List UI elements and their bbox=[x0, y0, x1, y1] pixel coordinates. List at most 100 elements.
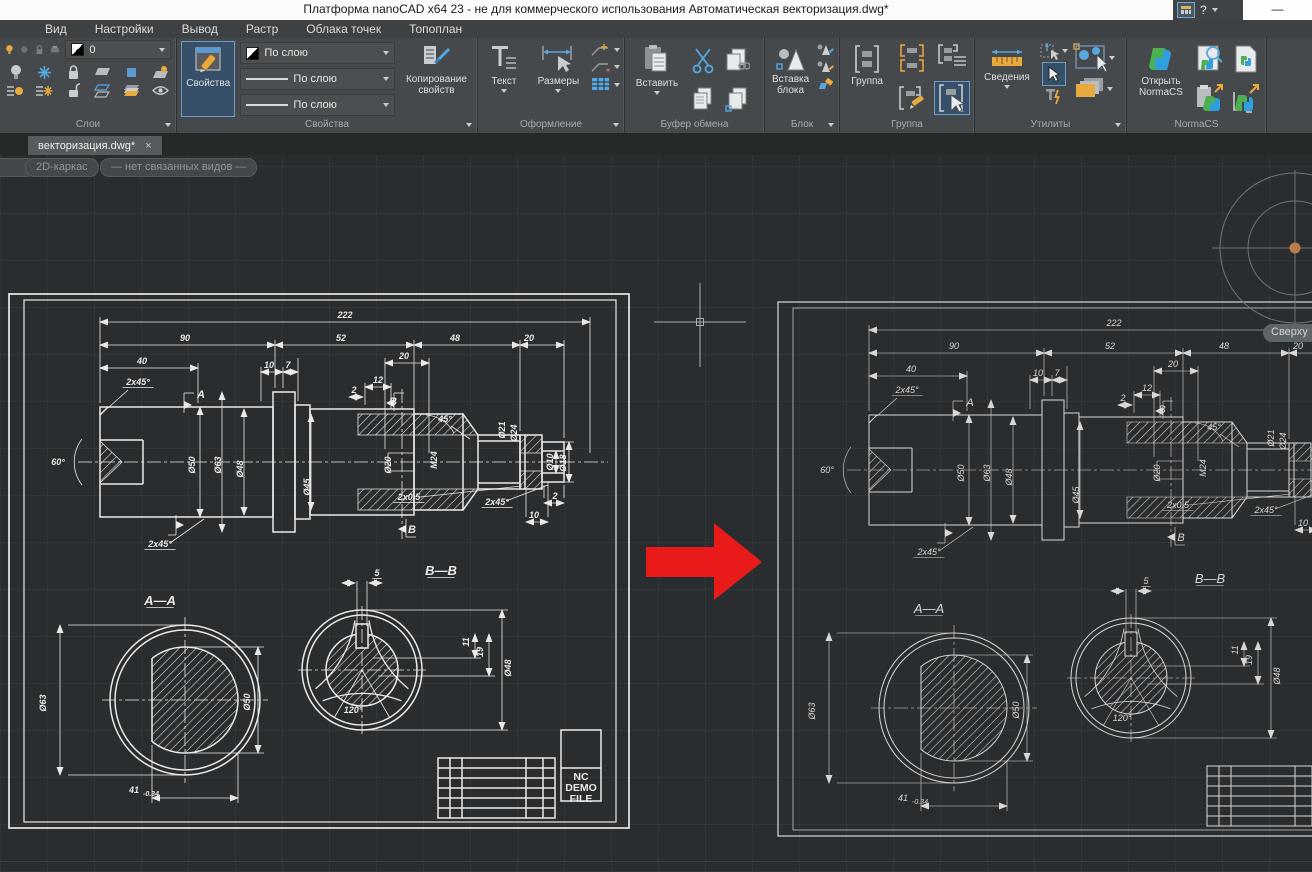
group-manager-icon[interactable] bbox=[937, 43, 967, 73]
svg-text:90: 90 bbox=[180, 333, 190, 343]
svg-text:Ø24: Ø24 bbox=[1278, 432, 1288, 450]
draw-order-icon[interactable] bbox=[1075, 77, 1105, 101]
drawing-canvas[interactable]: 2D-каркас — нет связанных видов — 222905… bbox=[0, 155, 1312, 872]
layer-walk-icon[interactable] bbox=[94, 84, 111, 98]
tab-vectorization[interactable]: векторизация.dwg* × bbox=[28, 136, 162, 155]
properties-panel-caret-icon[interactable] bbox=[466, 123, 472, 127]
open-normacs-button[interactable]: Открыть NormaCS bbox=[1131, 41, 1191, 117]
cursor-select-button[interactable] bbox=[1042, 62, 1066, 86]
linetype-combo[interactable]: По слою bbox=[240, 68, 395, 90]
leader-caret-icon[interactable] bbox=[614, 65, 620, 69]
layer-on-icon[interactable] bbox=[5, 43, 14, 56]
properties-button[interactable]: Свойства bbox=[181, 41, 235, 117]
normacs-doc-icon[interactable] bbox=[1234, 44, 1258, 74]
layer-stack-icon[interactable] bbox=[123, 84, 141, 97]
help-button[interactable]: ? bbox=[1200, 3, 1207, 17]
unlock-layer-icon[interactable] bbox=[67, 83, 80, 98]
annotation-panel-caret-icon[interactable] bbox=[613, 123, 619, 127]
paste-button[interactable]: Вставить bbox=[629, 41, 685, 117]
linked-views-pill[interactable]: — нет связанных видов — bbox=[100, 158, 257, 177]
layer-freeze-icon[interactable] bbox=[20, 44, 29, 55]
block-redefine-icon[interactable] bbox=[817, 60, 835, 74]
copy-icon[interactable] bbox=[692, 87, 714, 113]
leader-add-icon[interactable] bbox=[591, 43, 611, 57]
cut-icon[interactable] bbox=[691, 48, 715, 74]
lineweight-value: По слою bbox=[293, 99, 337, 111]
svg-text:B—B: B—B bbox=[1195, 571, 1226, 586]
inquiry-button[interactable]: Сведения bbox=[979, 41, 1035, 117]
help-caret-icon[interactable] bbox=[1212, 8, 1218, 12]
quick-select-icon[interactable] bbox=[1040, 42, 1060, 60]
table-caret-icon[interactable] bbox=[614, 83, 620, 87]
leader-add-caret-icon[interactable] bbox=[614, 48, 620, 52]
menu-vid[interactable]: Вид bbox=[45, 22, 67, 36]
view-mode-pill[interactable]: 2D-каркас bbox=[25, 158, 99, 177]
match-properties-button[interactable]: Копирование свойств bbox=[400, 41, 473, 117]
tab-close-icon[interactable]: × bbox=[145, 140, 151, 152]
normacs-export-icon[interactable] bbox=[1232, 84, 1260, 114]
svg-text:20: 20 bbox=[523, 333, 534, 343]
leader-icon[interactable] bbox=[591, 61, 611, 73]
layer-square-icon[interactable] bbox=[126, 67, 137, 78]
lock-layer-icon[interactable] bbox=[67, 65, 80, 80]
document-tab-bar: векторизация.dwg* × bbox=[0, 133, 1312, 155]
layer-plane-icon[interactable] bbox=[94, 66, 111, 78]
svg-text:7: 7 bbox=[285, 360, 291, 370]
block-attributes-icon[interactable] bbox=[817, 77, 835, 91]
layer-lock-icon[interactable] bbox=[35, 44, 44, 56]
layer-freeze-all-icon[interactable] bbox=[37, 65, 52, 80]
copy-link-icon[interactable] bbox=[724, 48, 750, 74]
selection-caret-icon[interactable] bbox=[1109, 56, 1115, 60]
layer-visibility-icon[interactable] bbox=[9, 64, 23, 80]
select-group-button[interactable] bbox=[934, 81, 970, 115]
table-icon[interactable] bbox=[591, 77, 611, 92]
menu-nastroyki[interactable]: Настройки bbox=[95, 22, 154, 36]
dimensions-button[interactable]: Размеры bbox=[531, 41, 586, 117]
color-combo[interactable]: По слою bbox=[240, 42, 395, 64]
svg-text:10: 10 bbox=[264, 360, 274, 370]
layer-select-combo[interactable]: 0 bbox=[65, 40, 171, 59]
window-title: Платформа nanoCAD x64 23 - не для коммер… bbox=[0, 2, 1192, 16]
layers-panel-caret-icon[interactable] bbox=[165, 123, 171, 127]
text-button[interactable]: Текст bbox=[482, 41, 526, 117]
block-panel-caret-icon[interactable] bbox=[828, 123, 834, 127]
filter-lightning-icon[interactable] bbox=[1045, 88, 1063, 106]
svg-text:B: B bbox=[389, 396, 397, 408]
normacs-paste-icon[interactable] bbox=[1196, 84, 1224, 114]
normacs-search-doc-icon[interactable] bbox=[1196, 44, 1224, 74]
panel-properties: Свойства По слою По слою По слою Копиров… bbox=[177, 38, 478, 133]
menu-vyvod[interactable]: Вывод bbox=[182, 22, 218, 36]
layer-plot-icon[interactable] bbox=[50, 44, 60, 55]
ribbon-toggle-icon[interactable] bbox=[1177, 2, 1195, 18]
svg-text:41: 41 bbox=[128, 785, 139, 795]
canvas-bottom-divider bbox=[0, 861, 1312, 862]
vectorized-drawing-sheet: 22290524820401072021245°2x45°AB60°Ø50Ø63… bbox=[777, 301, 1312, 845]
menu-oblaka[interactable]: Облака точек bbox=[306, 22, 381, 36]
svg-text:40: 40 bbox=[136, 356, 147, 366]
svg-text:M24: M24 bbox=[1198, 459, 1208, 477]
utilities-panel-caret-icon[interactable] bbox=[1115, 123, 1121, 127]
selection-circles-icon[interactable] bbox=[1073, 43, 1107, 73]
layer-eye-icon[interactable] bbox=[152, 85, 169, 96]
insert-block-button[interactable]: Вставка блока bbox=[769, 41, 812, 117]
group-button[interactable]: Группа bbox=[844, 41, 890, 117]
draw-order-caret-icon[interactable] bbox=[1107, 87, 1113, 91]
menu-topoplan[interactable]: Топоплан bbox=[409, 22, 462, 36]
ungroup-icon[interactable] bbox=[899, 43, 925, 73]
dimensions-caret-icon bbox=[555, 89, 561, 93]
lineweight-combo[interactable]: По слою bbox=[240, 94, 395, 116]
group-icon bbox=[854, 44, 880, 74]
layer-list-on-icon[interactable] bbox=[7, 84, 24, 98]
minimize-button[interactable]: — bbox=[1243, 0, 1312, 20]
menu-rastr[interactable]: Растр bbox=[246, 22, 278, 36]
layer-bulb-plane-icon[interactable] bbox=[152, 65, 169, 80]
svg-text:Ø20: Ø20 bbox=[383, 456, 393, 473]
copy-base-point-icon[interactable] bbox=[725, 87, 749, 113]
crosshair-cursor bbox=[654, 283, 746, 367]
block-edit-icon[interactable] bbox=[817, 43, 835, 57]
ribbon-filler bbox=[1267, 38, 1312, 133]
quick-select-caret-icon[interactable] bbox=[1062, 49, 1068, 53]
layer-list-freeze-icon[interactable] bbox=[36, 84, 53, 98]
edit-group-icon[interactable] bbox=[898, 83, 926, 113]
compass-origin-dot bbox=[1290, 243, 1301, 254]
